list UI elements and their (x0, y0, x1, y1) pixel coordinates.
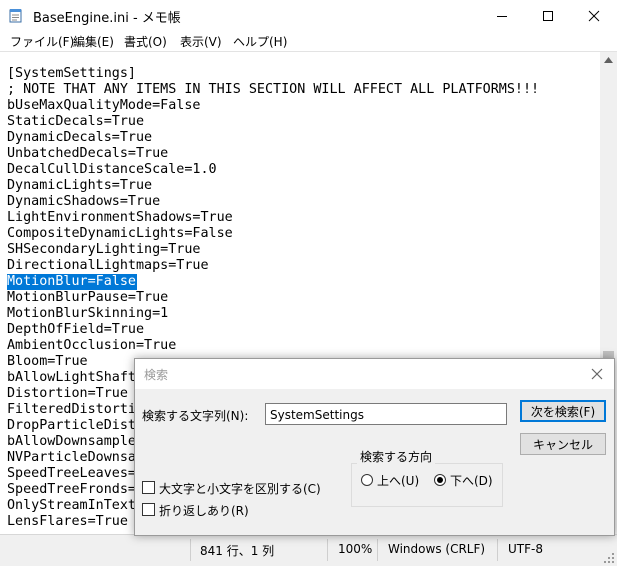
editor-line: Bloom=True (7, 354, 88, 369)
dialog-close-icon[interactable] (588, 365, 606, 383)
editor-line: LightEnvironmentShadows=True (7, 210, 233, 225)
resize-grip-icon[interactable] (603, 552, 615, 564)
minimize-icon (497, 15, 507, 17)
status-divider (377, 539, 378, 561)
editor-line: ; NOTE THAT ANY ITEMS IN THIS SECTION WI… (7, 82, 540, 97)
editor-line: LensFlares=True (7, 514, 128, 529)
editor-line: CompositeDynamicLights=False (7, 226, 233, 241)
maximize-icon (543, 10, 553, 21)
menu-bar: ファイル(F) 編集(E) 書式(O) 表示(V) ヘルプ(H) (0, 31, 617, 51)
editor-line: DynamicShadows=True (7, 194, 161, 209)
cursor-position: 841 行、1 列 (200, 544, 275, 558)
encoding: UTF-8 (508, 542, 543, 556)
editor-line: DynamicLights=True (7, 178, 153, 193)
close-button[interactable] (571, 0, 617, 31)
editor-line: SpeedTreeFronds= (7, 482, 136, 497)
editor-line: SHSecondaryLighting=True (7, 242, 201, 257)
editor-line: bUseMaxQualityMode=False (7, 98, 201, 113)
editor-line: DepthOfField=True (7, 322, 145, 337)
scroll-up-icon[interactable] (604, 57, 613, 63)
editor-line: bAllowDownsample (7, 434, 136, 449)
direction-up-label[interactable]: 上へ(U) (377, 472, 419, 489)
status-divider (497, 539, 498, 561)
direction-down-radio[interactable] (434, 474, 446, 486)
minimize-button[interactable] (479, 0, 525, 31)
search-label: 検索する文字列(N): (142, 409, 249, 423)
match-case-label[interactable]: 大文字と小文字を区別する(C) (159, 480, 321, 497)
editor-line: MotionBlurSkinning=1 (7, 306, 169, 321)
editor-line: StaticDecals=True (7, 114, 145, 129)
selected-text: MotionBlur=False (7, 274, 137, 290)
menu-view[interactable]: 表示(V) (180, 33, 222, 50)
match-case-checkbox[interactable] (142, 481, 155, 494)
radio-selected-dot (437, 477, 443, 483)
dialog-title-bar[interactable]: 検索 (135, 359, 614, 389)
title-bar[interactable]: BaseEngine.ini - メモ帳 (0, 0, 617, 31)
editor-line: NVParticleDownsa (7, 450, 136, 465)
wrap-around-checkbox[interactable] (142, 503, 155, 516)
direction-down-label[interactable]: 下へ(D) (450, 472, 493, 489)
menu-edit[interactable]: 編集(E) (73, 33, 114, 50)
editor-line: bAllowLightShaft (7, 370, 136, 385)
editor-line: FilteredDistorti (7, 402, 136, 417)
status-divider (327, 539, 328, 561)
notepad-window: BaseEngine.ini - メモ帳 ファイル(F) 編集(E) 書式(O)… (0, 0, 617, 566)
menu-file[interactable]: ファイル(F) (10, 33, 74, 50)
close-icon (588, 10, 600, 21)
find-next-button[interactable]: 次を検索(F) (520, 400, 606, 422)
editor-line: DropParticleDist (7, 418, 136, 433)
search-input[interactable]: SystemSettings (265, 403, 507, 425)
maximize-button[interactable] (525, 0, 571, 31)
status-divider (190, 539, 191, 561)
editor-line: DirectionalLightmaps=True (7, 258, 209, 273)
window-title: BaseEngine.ini - メモ帳 (33, 11, 181, 26)
editor-line: SpeedTreeLeaves= (7, 466, 136, 481)
editor-line: MotionBlurPause=True (7, 290, 169, 305)
editor-line: Distortion=True (7, 386, 128, 401)
direction-up-radio[interactable] (361, 474, 373, 486)
editor-line: OnlyStreamInText (7, 498, 136, 513)
editor-line: UnbatchedDecals=True (7, 146, 169, 161)
editor-line: AmbientOcclusion=True (7, 338, 177, 353)
direction-label: 検索する方向 (357, 448, 436, 465)
editor-line: [SystemSettings] (7, 66, 136, 81)
cancel-button[interactable]: キャンセル (520, 433, 606, 455)
notepad-icon (9, 9, 22, 23)
wrap-around-label[interactable]: 折り返しあり(R) (159, 502, 249, 519)
dialog-title: 検索 (144, 368, 169, 382)
zoom-level: 100% (338, 542, 373, 556)
line-ending: Windows (CRLF) (388, 542, 486, 556)
status-bar: 841 行、1 列 100% Windows (CRLF) UTF-8 (0, 534, 617, 566)
menu-help[interactable]: ヘルプ(H) (233, 33, 287, 50)
find-dialog: 検索 検索する文字列(N): SystemSettings 次を検索(F) キャ… (134, 358, 615, 536)
editor-line: DynamicDecals=True (7, 130, 153, 145)
menu-format[interactable]: 書式(O) (124, 33, 167, 50)
editor-line: DecalCullDistanceScale=1.0 (7, 162, 217, 177)
